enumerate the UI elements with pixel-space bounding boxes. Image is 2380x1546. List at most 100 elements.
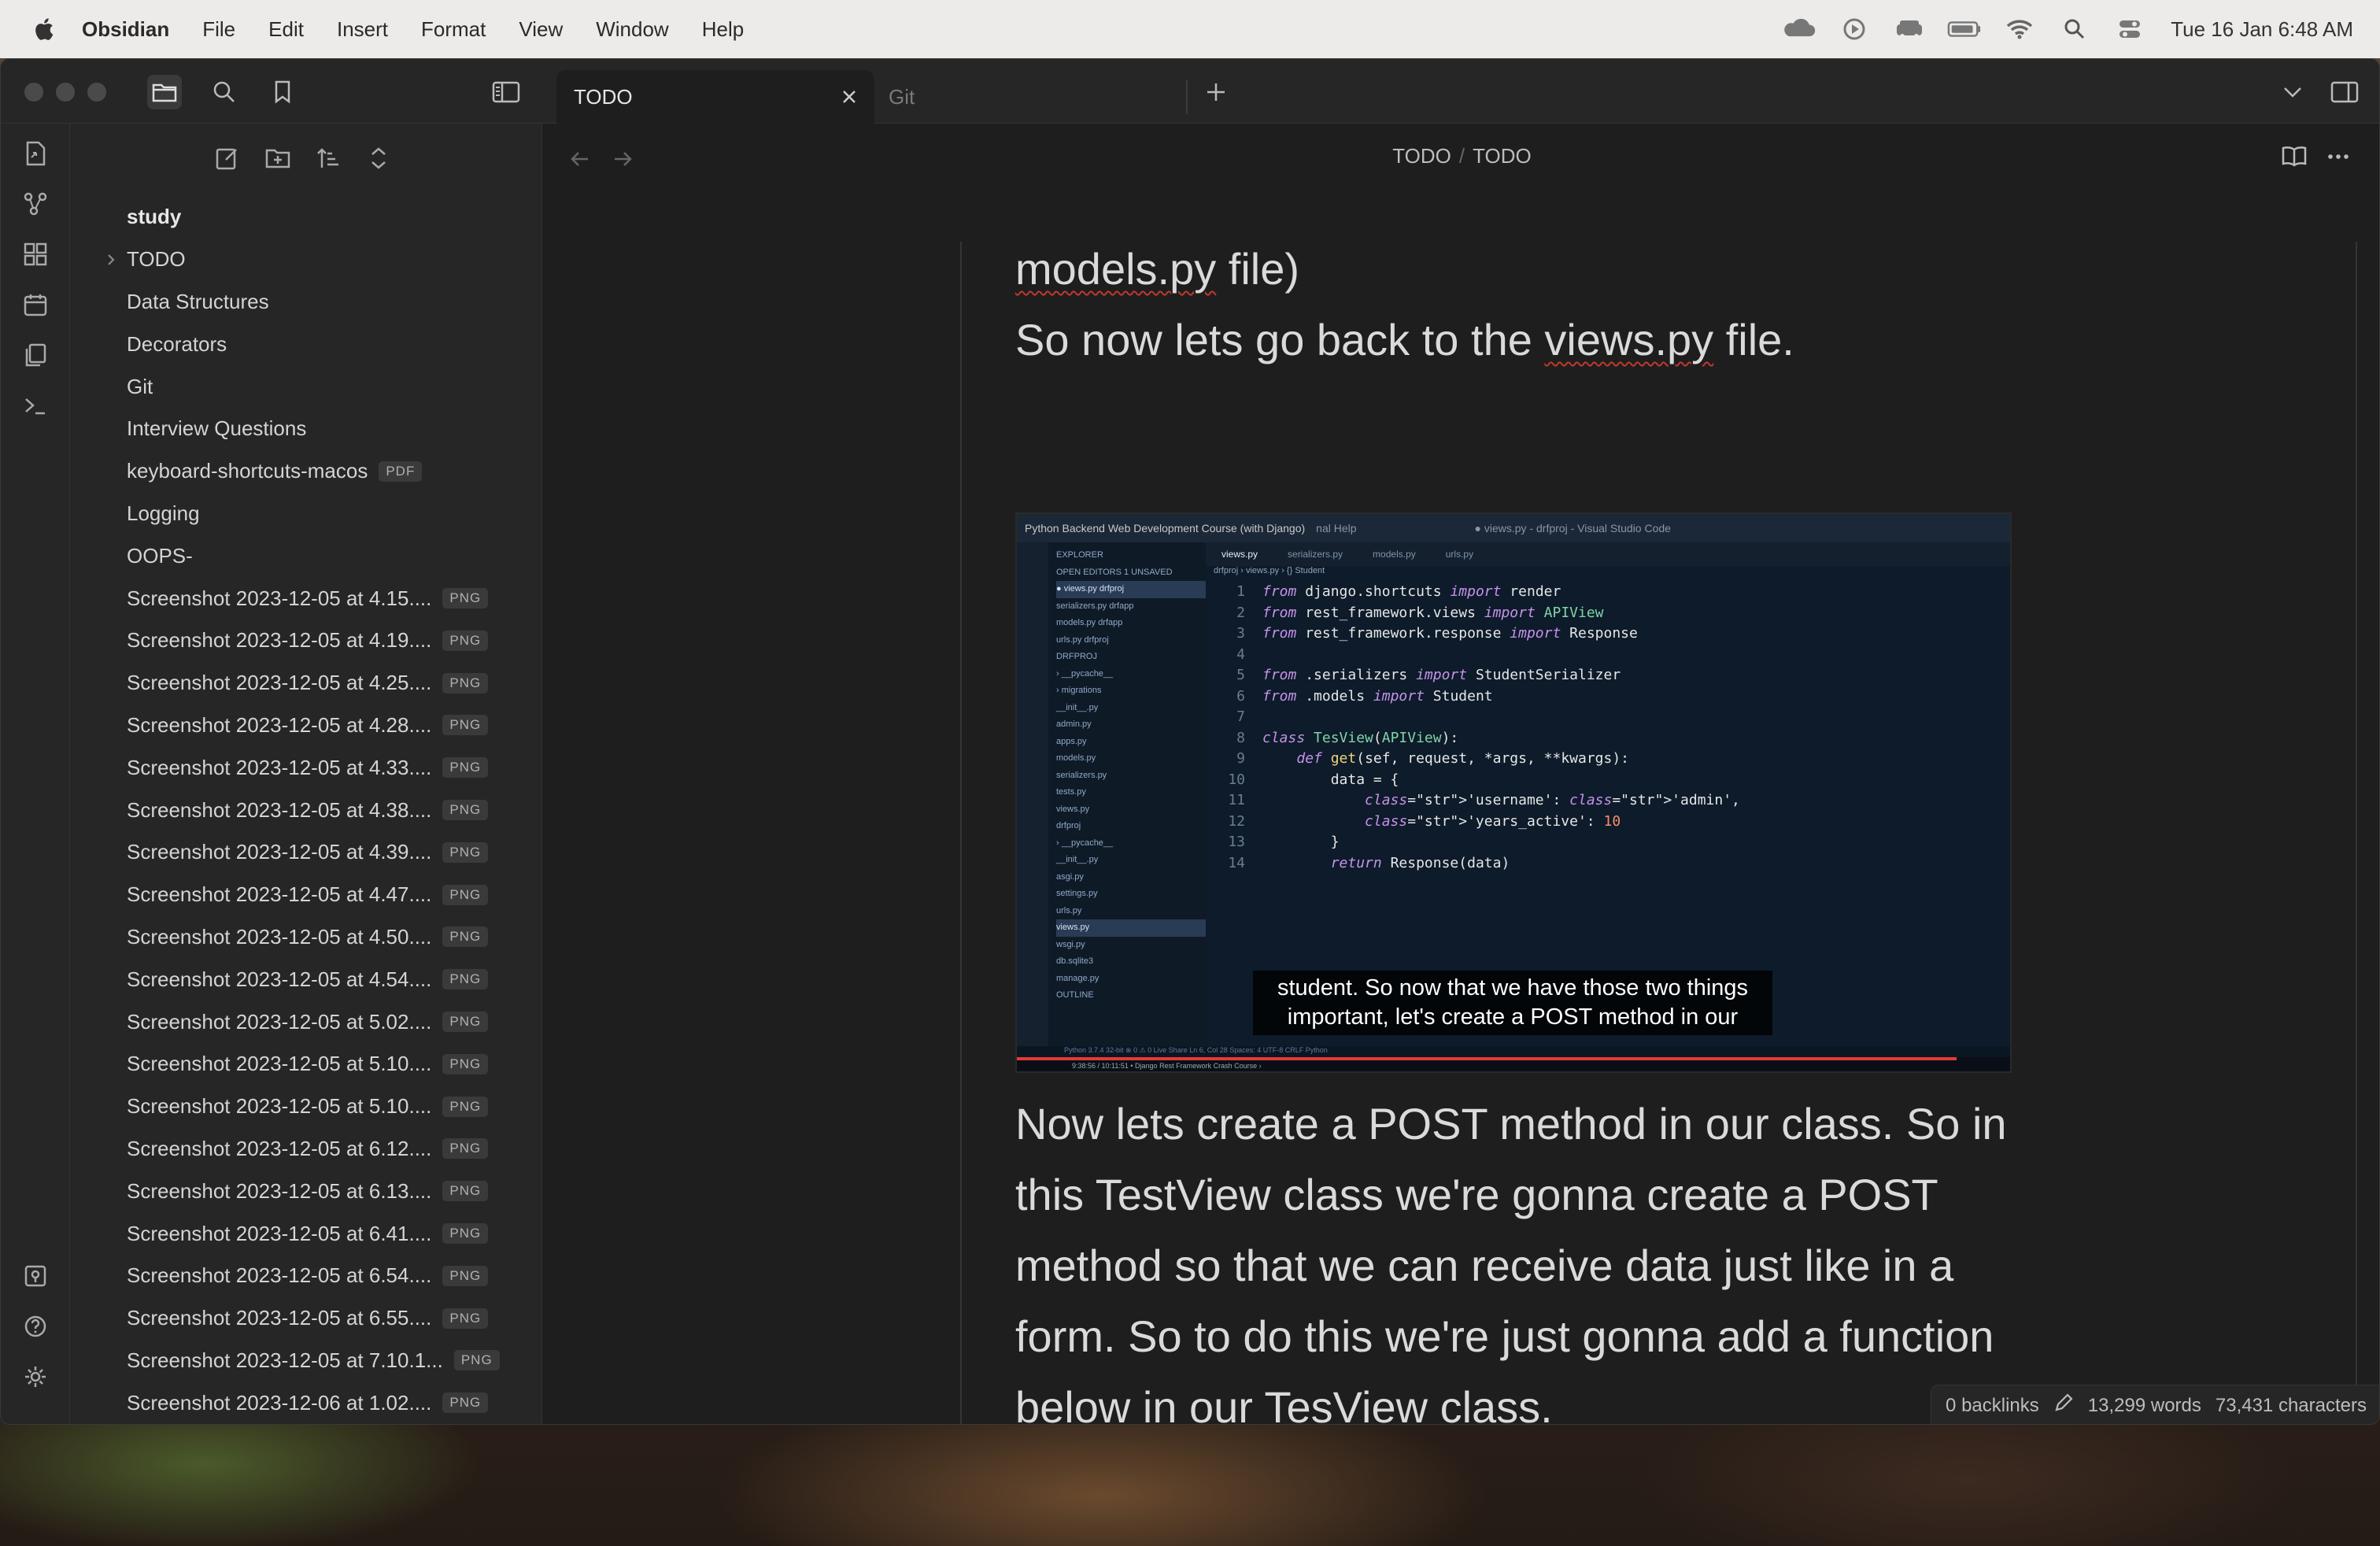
menu-format[interactable]: Format — [421, 17, 486, 42]
new-tab-icon[interactable] — [1199, 75, 1233, 109]
embed-vscode-window-path: ● views.py - drfproj - Visual Studio Cod… — [1474, 522, 1671, 534]
file-item[interactable]: Screenshot 2023-12-05 at 5.02.... PNG — [70, 1000, 542, 1043]
backlinks-count[interactable]: 0 backlinks — [1946, 1395, 2039, 1417]
vault-root-folder[interactable]: study — [70, 196, 542, 239]
file-item[interactable]: Screenshot 2023-12-05 at 4.19.... PNG — [70, 620, 542, 662]
file-item[interactable]: Git — [70, 365, 542, 408]
menu-bar-clock[interactable]: Tue 16 Jan 6:48 AM — [2171, 17, 2353, 42]
collapse-all-icon[interactable] — [363, 142, 394, 174]
chevron-right-icon[interactable] — [103, 252, 124, 268]
toggle-right-sidebar-icon[interactable] — [2327, 75, 2362, 109]
battery-icon[interactable] — [1947, 17, 1982, 41]
file-item-label: Screenshot 2023-12-06 at 1.02.... — [127, 1390, 432, 1415]
file-item[interactable]: Screenshot 2023-12-05 at 4.28.... PNG — [70, 705, 542, 747]
file-item[interactable]: Screenshot 2023-12-05 at 4.25.... PNG — [70, 662, 542, 705]
file-item-label: Data Structures — [127, 289, 269, 313]
menu-edit[interactable]: Edit — [268, 17, 304, 42]
bookmark-icon[interactable] — [265, 75, 300, 109]
file-item[interactable]: Screenshot 2023-12-05 at 5.10.... PNG — [70, 1086, 542, 1128]
file-item[interactable]: OOPS- — [70, 534, 542, 577]
close-window-button[interactable] — [24, 83, 43, 102]
file-item[interactable]: Interview Questions — [70, 408, 542, 450]
cloud-icon[interactable] — [1782, 17, 1816, 41]
embed-code-line: 12 class="str">'years_active': 10 — [1206, 812, 1993, 833]
file-item[interactable]: Screenshot 2023-12-05 at 4.33.... PNG — [70, 746, 542, 789]
file-item[interactable]: Data Structures — [70, 281, 542, 324]
file-type-badge: PNG — [442, 1393, 489, 1414]
file-item[interactable]: Screenshot 2023-12-05 at 6.54.... PNG — [70, 1255, 542, 1297]
vault-switcher-icon[interactable] — [21, 1262, 50, 1290]
calendar-icon[interactable] — [21, 290, 50, 319]
more-options-icon[interactable] — [2323, 141, 2354, 172]
file-item[interactable]: Screenshot 2023-12-05 at 4.54.... PNG — [70, 958, 542, 1000]
embed-vscode-status-bar: Python 3.7.4 32-bit ⊗ 0 ⚠ 0 Live Share L… — [1017, 1046, 2010, 1057]
file-item[interactable]: Screenshot 2023-12-06 at 1.02.... PNG — [70, 1381, 542, 1424]
sort-order-icon[interactable] — [312, 142, 344, 174]
canvas-icon[interactable] — [21, 240, 50, 268]
editing-mode-pencil-icon[interactable] — [2053, 1393, 2074, 1418]
menu-insert[interactable]: Insert — [337, 17, 388, 42]
tab-git[interactable]: Git — [884, 80, 1188, 114]
file-explorer-sidebar: study TODO Data Structures Decorators Git Int… — [70, 124, 542, 1424]
terminal-icon[interactable] — [21, 391, 50, 420]
breadcrumb-file[interactable]: TODO — [1473, 144, 1532, 168]
apple-icon[interactable] — [31, 17, 55, 42]
new-note-icon[interactable] — [212, 142, 243, 174]
menu-app-name[interactable]: Obsidian — [82, 17, 169, 42]
graph-view-icon[interactable] — [21, 190, 50, 218]
spotlight-search-icon[interactable] — [2057, 17, 2092, 41]
file-item-label: study — [127, 205, 182, 229]
file-item[interactable]: Screenshot 2023-12-05 at 6.55.... PNG — [70, 1297, 542, 1340]
embed-code-line-number: 9 — [1236, 750, 1245, 767]
menu-help[interactable]: Help — [702, 17, 744, 42]
menu-window[interactable]: Window — [596, 17, 668, 42]
file-item[interactable]: Screenshot 2023-12-05 at 4.38.... PNG — [70, 789, 542, 831]
file-item[interactable]: Screenshot 2023-12-05 at 6.41.... PNG — [70, 1212, 542, 1255]
menu-file[interactable]: File — [202, 17, 235, 42]
scroll-track[interactable] — [2356, 242, 2357, 1424]
file-item[interactable]: Decorators — [70, 323, 542, 365]
file-explorer-icon[interactable] — [147, 75, 182, 109]
minimize-window-button[interactable] — [56, 83, 75, 102]
embed-editor-tab: urls.py — [1445, 549, 1474, 560]
menu-view[interactable]: View — [519, 17, 563, 42]
file-item-label: Logging — [127, 501, 200, 525]
file-item[interactable]: Screenshot 2023-12-05 at 5.10.... PNG — [70, 1043, 542, 1086]
embed-code-line-number: 7 — [1236, 708, 1245, 725]
zoom-window-button[interactable] — [87, 83, 106, 102]
close-tab-icon[interactable] — [840, 87, 859, 106]
tab-list-chevron-down-icon[interactable] — [2275, 75, 2310, 109]
control-center-icon[interactable] — [2112, 17, 2147, 41]
templates-icon[interactable] — [21, 341, 50, 369]
file-item[interactable]: Screenshot 2023-12-05 at 4.39.... PNG — [70, 831, 542, 874]
file-item[interactable]: Screenshot 2023-12-05 at 7.10.1... PNG — [70, 1340, 542, 1382]
folder-item[interactable]: TODO — [70, 239, 542, 281]
tab-todo[interactable]: TODO — [556, 70, 874, 124]
file-item[interactable]: Screenshot 2023-12-05 at 6.12.... PNG — [70, 1128, 542, 1171]
embed-explorer-entry: OPEN EDITORS 1 UNSAVED — [1056, 567, 1173, 577]
note-paragraph[interactable]: Now lets create a POST method in our cla… — [1015, 1089, 2015, 1424]
new-folder-icon[interactable] — [262, 142, 294, 174]
note-text-top[interactable]: models.py file) So now lets go back to t… — [1015, 234, 2007, 375]
embedded-screenshot-image[interactable]: Python Backend Web Development Course (w… — [1015, 512, 2012, 1073]
file-item-label: OOPS- — [127, 543, 193, 568]
file-item[interactable]: Logging — [70, 493, 542, 535]
toggle-sidebar-icon[interactable] — [489, 75, 523, 109]
file-item-label: TODO — [127, 247, 186, 272]
open-quick-switcher-icon[interactable] — [21, 139, 50, 168]
file-item[interactable]: Screenshot 2023-12-05 at 4.50.... PNG — [70, 916, 542, 959]
embed-explorer-entry: serializers.py — [1056, 770, 1107, 780]
help-icon[interactable] — [21, 1312, 50, 1341]
reading-view-icon[interactable] — [2278, 141, 2310, 172]
settings-gear-icon[interactable] — [21, 1363, 50, 1391]
play-icon[interactable] — [1837, 17, 1872, 41]
car-icon[interactable] — [1892, 17, 1927, 41]
embed-code-line: 2 from rest_framework.views import APIVie… — [1206, 603, 1993, 624]
file-item[interactable]: keyboard-shortcuts-macos PDF — [70, 450, 542, 493]
file-item[interactable]: Screenshot 2023-12-05 at 6.13.... PNG — [70, 1170, 542, 1212]
file-item[interactable]: Screenshot 2023-12-05 at 4.15.... PNG — [70, 577, 542, 620]
wifi-icon[interactable] — [2002, 17, 2037, 41]
file-item[interactable]: Screenshot 2023-12-05 at 4.47.... PNG — [70, 874, 542, 916]
search-icon[interactable] — [207, 75, 242, 109]
breadcrumb-folder[interactable]: TODO — [1392, 144, 1451, 168]
